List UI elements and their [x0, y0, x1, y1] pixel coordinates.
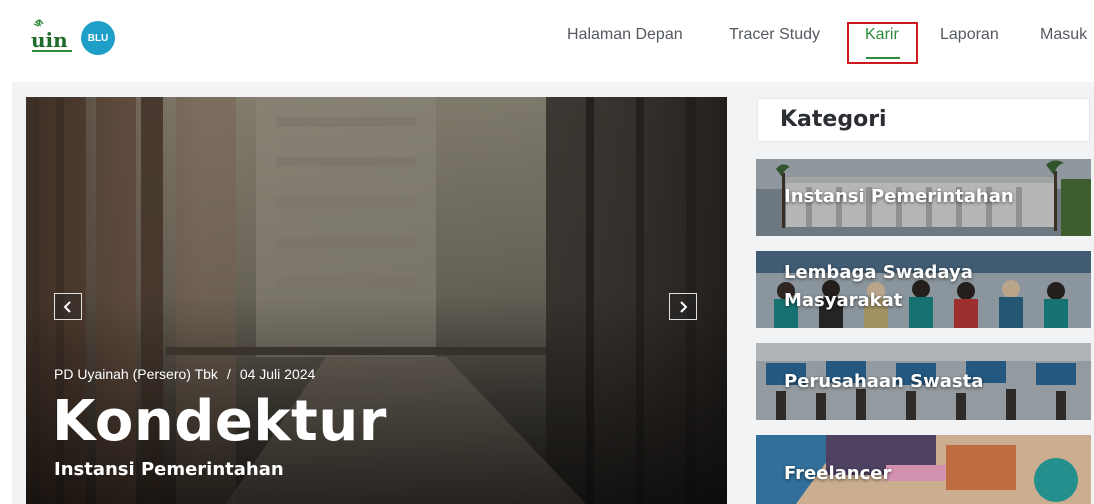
category-instansi-pemerintahan[interactable]: Instansi Pemerintahan: [756, 159, 1091, 236]
job-company: PD Uyainah (Persero) Tbk: [54, 366, 218, 382]
nav-halaman-depan[interactable]: Halaman Depan: [567, 26, 683, 44]
slider-next-button[interactable]: [669, 293, 697, 320]
category-label-line2: Masyarakat: [784, 290, 903, 311]
job-slider[interactable]: PD Uyainah (Persero) Tbk / 04 Juli 2024 Ko…: [26, 97, 727, 504]
job-date: 04 Juli 2024: [239, 366, 316, 382]
uin-blu-logo[interactable]: uin BLU: [30, 18, 120, 58]
karir-highlight-box: [847, 22, 918, 64]
chevron-right-icon: [680, 300, 688, 313]
job-category[interactable]: Instansi Pemerintahan: [54, 459, 284, 480]
logo-text: uin: [31, 28, 68, 52]
category-label-line1: Lembaga Swadaya: [784, 262, 973, 283]
category-label: Instansi Pemerintahan: [784, 186, 1014, 207]
category-freelancer[interactable]: Freelancer: [756, 435, 1091, 504]
category-label: Perusahaan Swasta: [784, 371, 984, 392]
uin-logo-mark: uin: [31, 18, 72, 52]
chevron-left-icon: [63, 300, 71, 313]
nav-laporan[interactable]: Laporan: [940, 26, 999, 44]
slider-prev-button[interactable]: [54, 293, 82, 320]
category-perusahaan-swasta[interactable]: Perusahaan Swasta: [756, 343, 1091, 420]
blu-badge-text: BLU: [88, 33, 109, 44]
category-label: Freelancer: [784, 463, 892, 484]
site-header: uin BLU Halaman Depan Tracer Study Karir…: [0, 0, 1094, 80]
nav-tracer-study[interactable]: Tracer Study: [729, 26, 820, 44]
kategori-header: Kategori: [757, 98, 1090, 142]
category-lembaga-swadaya-masyarakat[interactable]: Lembaga Swadaya Masyarakat: [756, 251, 1091, 328]
kategori-title: Kategori: [780, 107, 887, 132]
nav-masuk[interactable]: Masuk: [1040, 26, 1087, 44]
job-title[interactable]: Kondektur: [52, 389, 387, 454]
job-meta: PD Uyainah (Persero) Tbk / 04 Juli 2024: [54, 366, 315, 382]
meta-separator: /: [226, 366, 231, 382]
